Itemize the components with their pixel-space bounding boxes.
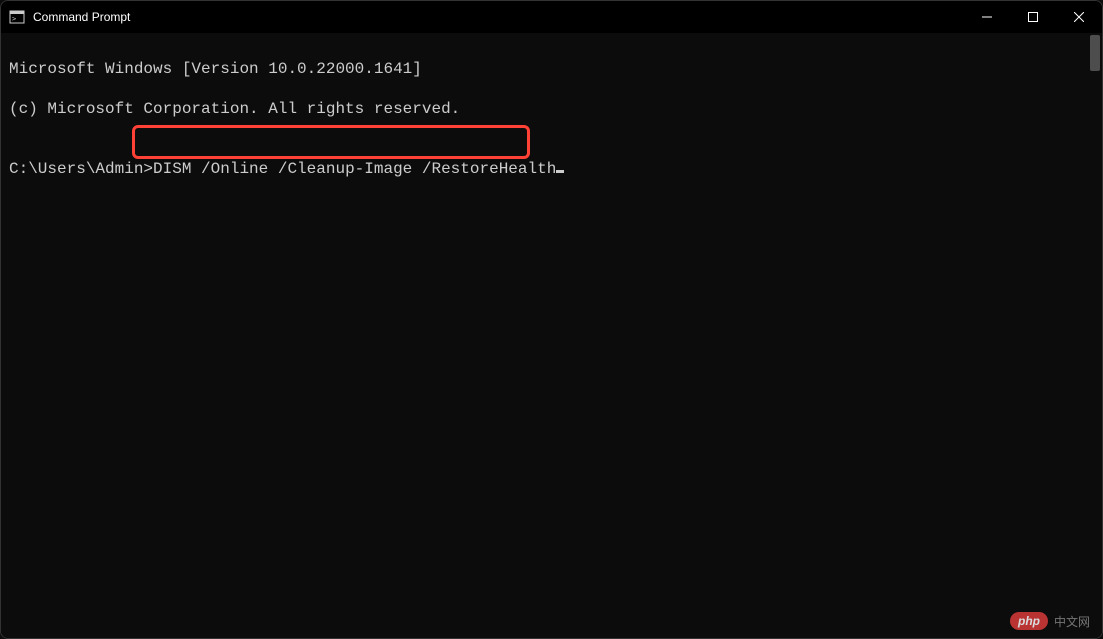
- prompt-text: C:\Users\Admin>: [9, 159, 153, 179]
- command-input[interactable]: DISM /Online /Cleanup-Image /RestoreHeal…: [153, 159, 556, 179]
- cmd-icon: >_: [9, 9, 25, 25]
- titlebar[interactable]: >_ Command Prompt: [1, 1, 1102, 33]
- terminal-area[interactable]: Microsoft Windows [Version 10.0.22000.16…: [1, 33, 1102, 638]
- cursor: [556, 170, 564, 173]
- window-title: Command Prompt: [33, 10, 130, 24]
- terminal-content[interactable]: Microsoft Windows [Version 10.0.22000.16…: [1, 33, 1088, 638]
- watermark: php 中文网: [1010, 612, 1090, 630]
- window-controls: [964, 1, 1102, 33]
- output-line: Microsoft Windows [Version 10.0.22000.16…: [9, 59, 1080, 79]
- minimize-button[interactable]: [964, 1, 1010, 33]
- scrollbar[interactable]: [1088, 33, 1102, 638]
- output-line: (c) Microsoft Corporation. All rights re…: [9, 99, 1080, 119]
- close-button[interactable]: [1056, 1, 1102, 33]
- titlebar-left: >_ Command Prompt: [9, 9, 130, 25]
- maximize-button[interactable]: [1010, 1, 1056, 33]
- command-prompt-window: >_ Command Prompt Microsoft Windows [Ver…: [0, 0, 1103, 639]
- watermark-badge: php: [1010, 612, 1048, 630]
- prompt-line: C:\Users\Admin>DISM /Online /Cleanup-Ima…: [9, 159, 1080, 179]
- watermark-text: 中文网: [1054, 613, 1090, 630]
- svg-text:>_: >_: [12, 15, 21, 23]
- scrollbar-thumb[interactable]: [1090, 35, 1100, 71]
